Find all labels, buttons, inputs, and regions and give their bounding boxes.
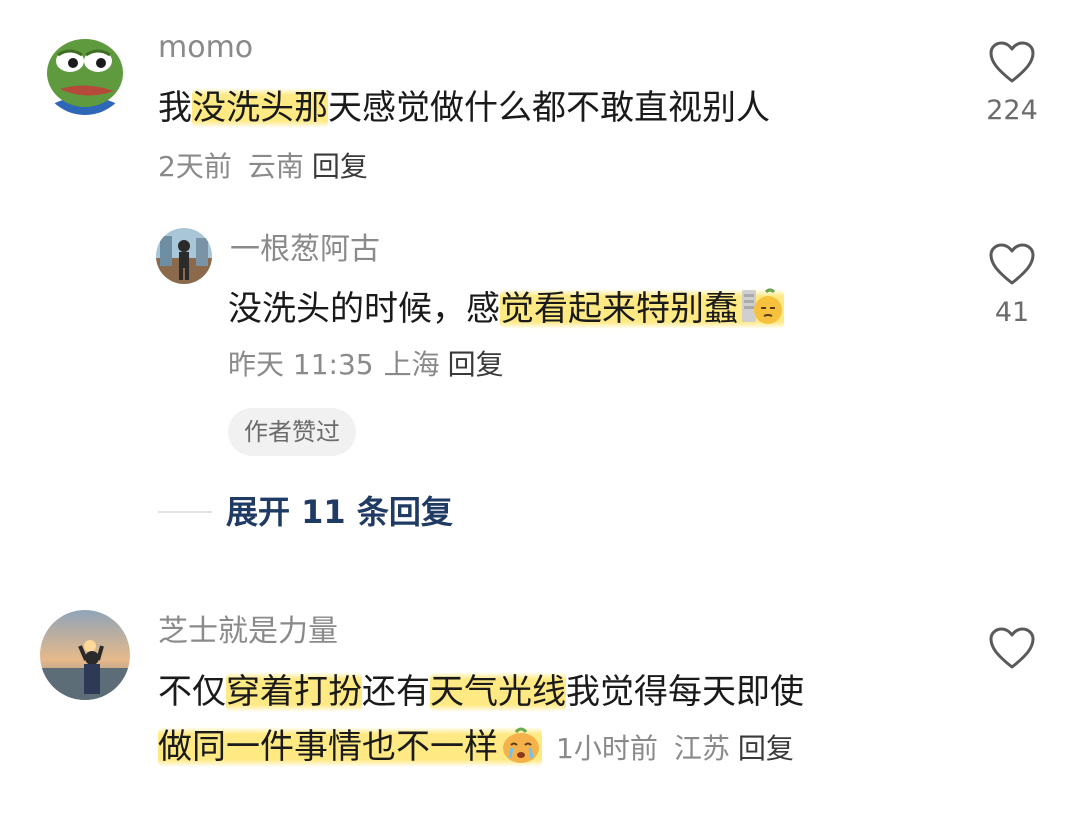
reply-button[interactable]: 回复 — [312, 150, 368, 183]
reply-button[interactable]: 回复 — [448, 348, 504, 381]
avatar[interactable] — [40, 610, 130, 700]
embarrassed-emoji-icon — [742, 288, 782, 324]
expand-divider — [158, 511, 212, 513]
like-button[interactable] — [972, 626, 1052, 670]
highlighted-text: 没洗头那 — [192, 88, 328, 128]
comment-username[interactable]: momo — [158, 30, 253, 66]
text-segment: 我觉得每天即使 — [566, 672, 804, 712]
text-segment: 还有 — [362, 672, 430, 712]
text-segment: 没洗头的时候，感 — [228, 289, 500, 329]
location: 云南 — [247, 150, 304, 183]
expand-replies-button[interactable]: 展开 11 条回复 — [226, 492, 453, 532]
text-segment: 天感觉做什么都不敢直视别人 — [328, 88, 770, 128]
like-button[interactable]: 41 — [972, 242, 1052, 328]
text-segment: 觉看起来特别蠢 — [500, 289, 738, 329]
heart-icon — [989, 243, 1035, 285]
highlighted-text: 天气光线 — [430, 672, 566, 712]
heart-icon — [989, 41, 1035, 83]
reply-button[interactable]: 回复 — [738, 732, 794, 765]
author-liked-badge: 作者赞过 — [228, 408, 356, 456]
text-segment: 做同一件事情也不一样 — [158, 727, 498, 767]
timestamp: 1小时前 — [556, 732, 658, 765]
highlighted-text: 穿着打扮 — [226, 672, 362, 712]
highlighted-text: 做同一件事情也不一样 — [158, 727, 542, 767]
comment-text-line-2: 做同一件事情也不一样 1小时前 江苏 回复 — [158, 724, 794, 769]
comment-meta: 1小时前 江苏 回复 — [556, 732, 794, 765]
timestamp: 2天前 — [158, 150, 232, 183]
reply-meta: 昨天 11:35 上海 回复 — [228, 348, 504, 382]
comment-meta: 2天前 云南 回复 — [158, 150, 368, 184]
location: 江苏 — [673, 732, 730, 765]
text-segment: 我 — [158, 88, 192, 128]
avatar[interactable] — [40, 25, 130, 115]
timestamp: 昨天 11:35 — [228, 348, 374, 381]
comment-username[interactable]: 芝士就是力量 — [158, 614, 338, 650]
reply-text: 没洗头的时候，感觉看起来特别蠢 — [228, 286, 784, 331]
frog-avatar-icon — [40, 25, 130, 115]
reply-username[interactable]: 一根葱阿古 — [230, 232, 380, 268]
crying-emoji-icon — [503, 727, 539, 763]
like-button[interactable]: 224 — [972, 40, 1052, 126]
like-count: 41 — [994, 297, 1030, 328]
highlighted-text: 觉看起来特别蠢 — [500, 288, 784, 329]
comment-text-line-1: 不仅穿着打扮还有天气光线我觉得每天即使 — [158, 670, 804, 714]
person-photo-avatar-icon — [156, 228, 212, 284]
text-segment: 不仅 — [158, 672, 226, 712]
like-count: 224 — [986, 95, 1038, 126]
location: 上海 — [383, 348, 440, 381]
heart-icon — [989, 627, 1035, 669]
sunset-photo-avatar-icon — [40, 610, 130, 700]
avatar[interactable] — [156, 228, 212, 284]
comment-text: 我没洗头那天感觉做什么都不敢直视别人 — [158, 86, 770, 130]
